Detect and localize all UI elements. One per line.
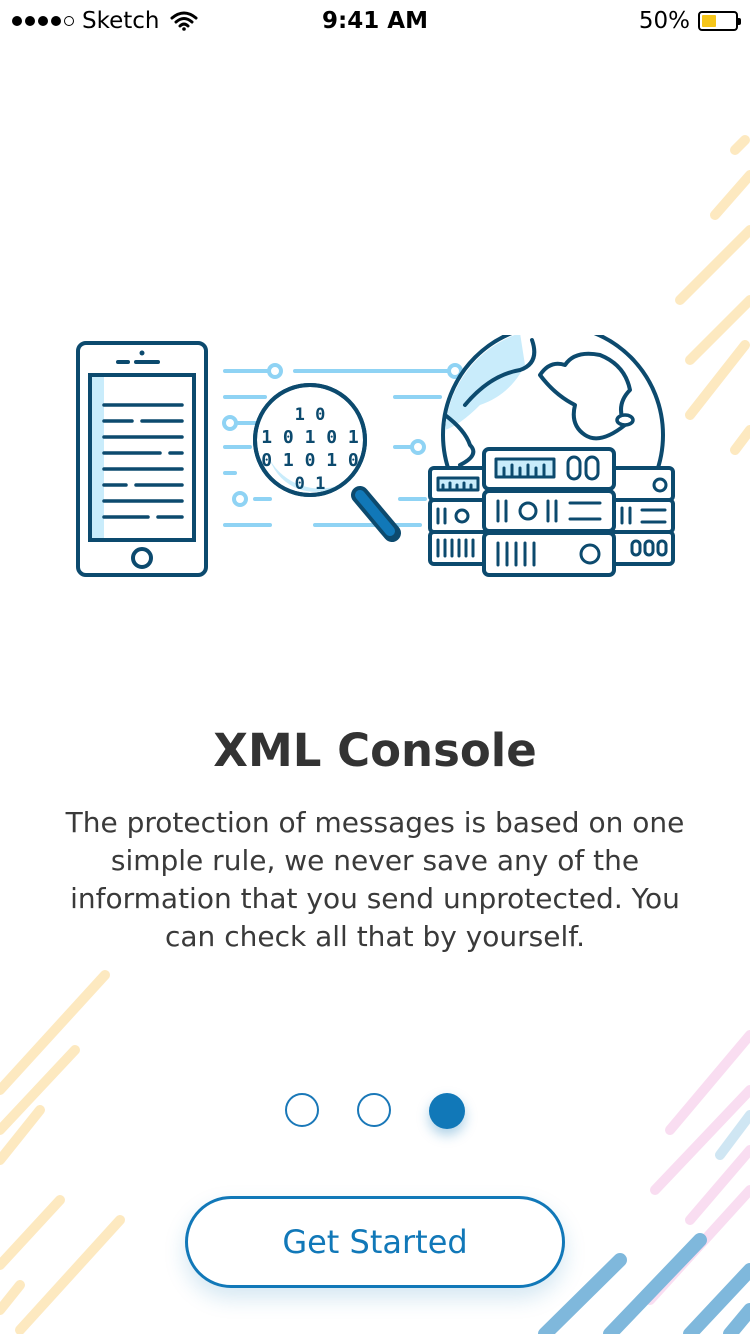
page-dot-1[interactable] bbox=[285, 1093, 319, 1127]
status-bar: Sketch 9:41 AM 50% bbox=[0, 0, 750, 44]
get-started-button[interactable]: Get Started bbox=[185, 1196, 565, 1288]
decorative-stripes bbox=[0, 135, 750, 1334]
battery-percentage: 50% bbox=[638, 8, 690, 34]
binary-digits-line-1: 1 0 bbox=[295, 405, 326, 425]
phone-graphic bbox=[76, 341, 208, 577]
page-indicator bbox=[0, 1093, 750, 1129]
binary-digits-line-3: 0 1 0 1 0 bbox=[261, 450, 359, 471]
binary-digits-line-2: 1 0 1 0 1 bbox=[261, 427, 359, 448]
onboarding-illustration: 1 0 1 0 1 0 1 0 1 0 1 0 0 1 bbox=[76, 335, 675, 577]
magnifier-graphic: 1 0 1 0 1 0 1 0 1 0 1 0 0 1 bbox=[253, 383, 401, 542]
status-right: 50% bbox=[638, 8, 741, 34]
server-rack-graphic bbox=[428, 447, 675, 577]
page-dot-3[interactable] bbox=[429, 1093, 465, 1129]
status-time: 9:41 AM bbox=[322, 8, 428, 34]
binary-digits-line-4: 0 1 bbox=[295, 474, 326, 494]
battery-level bbox=[702, 15, 716, 27]
onboarding-description: The protection of messages is based on o… bbox=[65, 806, 685, 953]
page-dot-2[interactable] bbox=[357, 1093, 391, 1127]
onboarding-title: XML Console bbox=[213, 724, 537, 777]
battery-icon bbox=[698, 11, 741, 31]
